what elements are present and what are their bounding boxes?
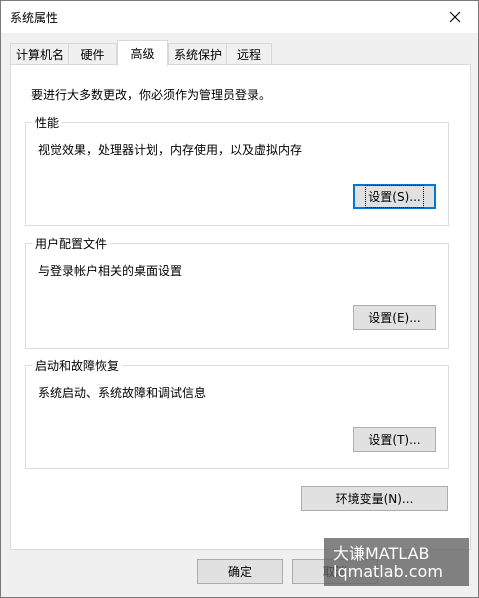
- user-profiles-settings-button[interactable]: 设置(E)...: [353, 305, 436, 330]
- user-profiles-group: 用户配置文件 与登录帐户相关的桌面设置 设置(E)...: [25, 235, 449, 349]
- startup-recovery-settings-button[interactable]: 设置(T)...: [353, 427, 436, 452]
- watermark-line-1: 大谦MATLAB: [333, 544, 430, 563]
- tab-label: 硬件: [80, 48, 105, 62]
- button-label: 环境变量(N)...: [335, 492, 414, 506]
- tab-hardware[interactable]: 硬件: [68, 43, 117, 65]
- advanced-tab-panel: 要进行大多数更改，你必须作为管理员登录。 性能 视觉效果，处理器计划，内存使用，…: [10, 64, 471, 550]
- tab-label: 系统保护: [173, 48, 222, 62]
- close-button[interactable]: [432, 1, 478, 33]
- button-label: 确定: [227, 565, 252, 579]
- performance-settings-button[interactable]: 设置(S)...: [353, 184, 436, 209]
- environment-variables-button[interactable]: 环境变量(N)...: [301, 486, 448, 511]
- user-profiles-description: 与登录帐户相关的桌面设置: [38, 264, 183, 278]
- button-label: 设置(S)...: [365, 185, 424, 208]
- tab-label: 远程: [236, 48, 261, 62]
- performance-description: 视觉效果，处理器计划，内存使用，以及虚拟内存: [38, 143, 303, 157]
- tab-remote[interactable]: 远程: [226, 43, 272, 65]
- tab-label: 计算机名: [15, 48, 64, 62]
- startup-recovery-group: 启动和故障恢复 系统启动、系统故障和调试信息 设置(T)...: [25, 357, 449, 469]
- close-icon: [449, 11, 461, 23]
- title-bar: 系统属性: [1, 1, 478, 33]
- tab-system-protection[interactable]: 系统保护: [168, 43, 228, 65]
- button-label: 设置(E)...: [368, 311, 421, 325]
- startup-recovery-title: 启动和故障恢复: [32, 357, 123, 374]
- startup-recovery-description: 系统启动、系统故障和调试信息: [38, 386, 207, 400]
- watermark-line-2: lqmatlab.com: [333, 562, 443, 581]
- button-label: 设置(T)...: [368, 433, 421, 447]
- performance-group: 性能 视觉效果，处理器计划，内存使用，以及虚拟内存 设置(S)...: [25, 114, 449, 226]
- user-profiles-title: 用户配置文件: [32, 235, 111, 252]
- performance-title: 性能: [32, 114, 63, 131]
- system-properties-window: 系统属性 计算机名 硬件 高级 系统保护 远程 要进行大多数更改，你必须作为管理…: [0, 0, 479, 598]
- ok-button[interactable]: 确定: [197, 559, 283, 584]
- admin-notice: 要进行大多数更改，你必须作为管理员登录。: [31, 88, 272, 102]
- tab-computer-name[interactable]: 计算机名: [10, 43, 70, 65]
- watermark-overlay: 大谦MATLAB lqmatlab.com: [324, 538, 469, 586]
- tab-label: 高级: [130, 47, 155, 61]
- tab-advanced[interactable]: 高级: [117, 40, 168, 66]
- window-title: 系统属性: [10, 11, 59, 25]
